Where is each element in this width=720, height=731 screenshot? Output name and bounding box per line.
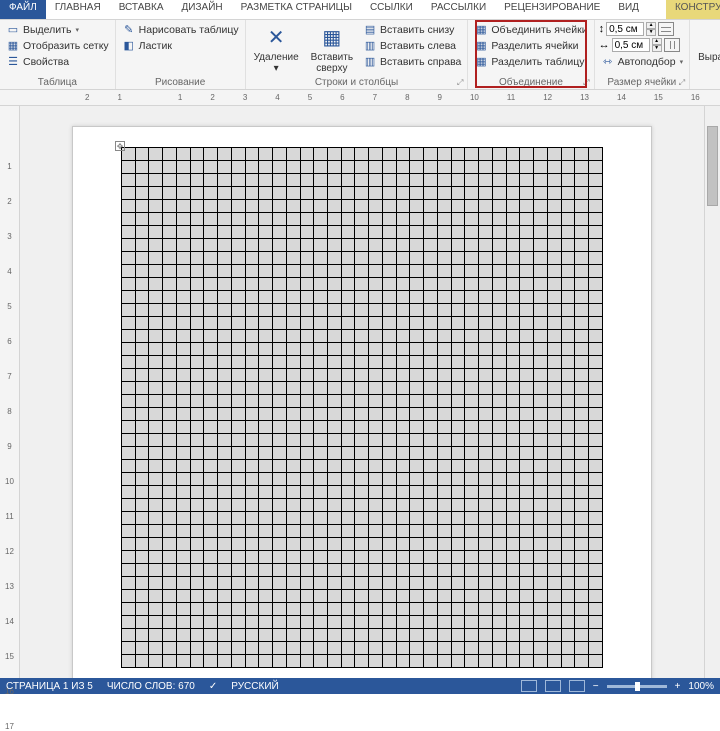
group-label-merge: Объединение⤢ xyxy=(472,77,589,89)
tab-view[interactable]: ВИД xyxy=(609,0,648,19)
merge-cells-button[interactable]: ▦Объединить ячейки xyxy=(472,22,589,38)
chevron-down-icon: ▾ xyxy=(274,63,279,74)
delete-icon: ✕ xyxy=(262,24,290,52)
tab-insert[interactable]: ВСТАВКА xyxy=(110,0,173,19)
ruler-vertical[interactable]: 1234567891011121314151617 xyxy=(0,106,20,678)
status-language[interactable]: РУССКИЙ xyxy=(231,681,278,692)
insert-below-button[interactable]: ▤Вставить снизу xyxy=(361,22,463,38)
chevron-down-icon: ▾ xyxy=(680,58,684,66)
eraser-icon: ◧ xyxy=(122,39,136,53)
zoom-level[interactable]: 100% xyxy=(688,681,714,692)
pencil-icon: ✎ xyxy=(122,23,136,37)
row-height-field[interactable]: ↕ ▲▼ xyxy=(599,22,686,36)
document-table[interactable] xyxy=(121,147,603,668)
tab-home[interactable]: ГЛАВНАЯ xyxy=(46,0,110,19)
col-icon: ▥ xyxy=(363,39,377,53)
status-proofing-icon[interactable]: ✓ xyxy=(209,681,217,692)
group-rows-columns: ✕ Удаление▾ ▦ Вставить сверху ▤Вставить … xyxy=(246,20,469,89)
tab-file[interactable]: ФАЙЛ xyxy=(0,0,46,19)
height-icon: ↕ xyxy=(599,23,605,35)
row-height-input[interactable] xyxy=(606,22,644,36)
dialog-launcher-icon[interactable]: ⤢ xyxy=(583,78,589,88)
autofit-icon: ⇿ xyxy=(601,55,615,69)
split-table-icon: ▦ xyxy=(474,55,488,69)
insert-right-button[interactable]: ▥Вставить справа xyxy=(361,54,463,70)
group-merge: ▦Объединить ячейки ▦Разделить ячейки ▦Ра… xyxy=(468,20,594,89)
zoom-in-button[interactable]: + xyxy=(675,681,681,692)
view-web-button[interactable] xyxy=(569,680,585,692)
tab-references[interactable]: ССЫЛКИ xyxy=(361,0,422,19)
spin-down-icon[interactable]: ▼ xyxy=(652,45,662,52)
grid-icon: ▦ xyxy=(6,39,20,53)
status-words[interactable]: ЧИСЛО СЛОВ: 670 xyxy=(107,681,195,692)
draw-table-button[interactable]: ✎Нарисовать таблицу xyxy=(120,22,241,38)
group-label-table: Таблица xyxy=(4,77,111,89)
group-table: ▭Выделить▾ ▦Отобразить сетку ☰Свойства Т… xyxy=(0,20,116,89)
cursor-icon: ▭ xyxy=(6,23,20,37)
dialog-launcher-icon[interactable]: ⤢ xyxy=(679,78,685,88)
zoom-knob[interactable] xyxy=(635,682,640,691)
properties-button[interactable]: ☰Свойства xyxy=(4,54,111,70)
view-read-button[interactable] xyxy=(521,680,537,692)
status-bar: СТРАНИЦА 1 ИЗ 5 ЧИСЛО СЛОВ: 670 ✓ РУССКИ… xyxy=(0,678,720,694)
insert-above-button[interactable]: ▦ Вставить сверху xyxy=(307,22,357,76)
eraser-button[interactable]: ◧Ластик xyxy=(120,38,241,54)
split-cells-button[interactable]: ▦Разделить ячейки xyxy=(472,38,589,54)
document-area: 1234567891011121314151617 ✥ WamOtvet.ru xyxy=(0,106,720,678)
alignment-button[interactable]: ▦ Выравнивание▾ xyxy=(694,22,720,76)
split-table-button[interactable]: ▦Разделить таблицу xyxy=(472,54,589,70)
group-label-draw: Рисование xyxy=(120,77,241,89)
chevron-down-icon: ▾ xyxy=(75,26,79,34)
vertical-scrollbar[interactable] xyxy=(704,106,720,678)
group-alignment: ▦ Выравнивание▾ xyxy=(690,20,720,89)
view-print-button[interactable] xyxy=(545,680,561,692)
col-width-field[interactable]: ↔ ▲▼ xyxy=(599,38,686,52)
group-cell-size: ↕ ▲▼ ↔ ▲▼ ⇿Автоподбор▾ Размер ячейки⤢ xyxy=(595,20,691,89)
ribbon: ▭Выделить▾ ▦Отобразить сетку ☰Свойства Т… xyxy=(0,20,720,90)
tab-spacer xyxy=(648,0,666,19)
split-icon: ▦ xyxy=(474,39,488,53)
zoom-out-button[interactable]: − xyxy=(593,681,599,692)
group-label-rows: Строки и столбцы⤢ xyxy=(250,77,464,89)
insert-left-button[interactable]: ▥Вставить слева xyxy=(361,38,463,54)
spin-down-icon[interactable]: ▼ xyxy=(646,29,656,36)
insert-above-icon: ▦ xyxy=(318,24,346,52)
page[interactable]: ✥ WamOtvet.ru xyxy=(72,126,652,678)
ruler-horizontal[interactable]: 21123456789101112131415161718 xyxy=(0,90,720,106)
spin-up-icon[interactable]: ▲ xyxy=(652,38,662,45)
col-icon: ▥ xyxy=(363,55,377,69)
group-label-size: Размер ячейки⤢ xyxy=(599,77,686,89)
dialog-launcher-icon[interactable]: ⤢ xyxy=(457,78,463,88)
group-label-align xyxy=(694,88,720,89)
zoom-slider[interactable] xyxy=(607,685,667,688)
width-icon: ↔ xyxy=(599,39,610,51)
merge-icon: ▦ xyxy=(474,23,488,37)
tab-page-layout[interactable]: РАЗМЕТКА СТРАНИЦЫ xyxy=(232,0,361,19)
status-page[interactable]: СТРАНИЦА 1 ИЗ 5 xyxy=(6,681,93,692)
table-move-handle[interactable]: ✥ xyxy=(115,141,125,151)
tab-review[interactable]: РЕЦЕНЗИРОВАНИЕ xyxy=(495,0,609,19)
delete-button[interactable]: ✕ Удаление▾ xyxy=(250,22,303,76)
tab-design[interactable]: ДИЗАЙН xyxy=(173,0,232,19)
group-draw: ✎Нарисовать таблицу ◧Ластик Рисование xyxy=(116,20,246,89)
scroll-thumb[interactable] xyxy=(707,126,718,206)
distribute-rows-button[interactable] xyxy=(658,22,674,36)
properties-icon: ☰ xyxy=(6,55,20,69)
select-button[interactable]: ▭Выделить▾ xyxy=(4,22,111,38)
distribute-cols-button[interactable] xyxy=(664,38,680,52)
autofit-button[interactable]: ⇿Автоподбор▾ xyxy=(599,54,686,70)
spin-up-icon[interactable]: ▲ xyxy=(646,22,656,29)
view-gridlines-button[interactable]: ▦Отобразить сетку xyxy=(4,38,111,54)
ribbon-tabs: ФАЙЛ ГЛАВНАЯ ВСТАВКА ДИЗАЙН РАЗМЕТКА СТР… xyxy=(0,0,720,20)
row-icon: ▤ xyxy=(363,23,377,37)
page-scroll[interactable]: ✥ WamOtvet.ru xyxy=(20,106,704,678)
tab-constructor[interactable]: КОНСТРУКТОР xyxy=(666,0,720,19)
col-width-input[interactable] xyxy=(612,38,650,52)
tab-mailings[interactable]: РАССЫЛКИ xyxy=(422,0,495,19)
